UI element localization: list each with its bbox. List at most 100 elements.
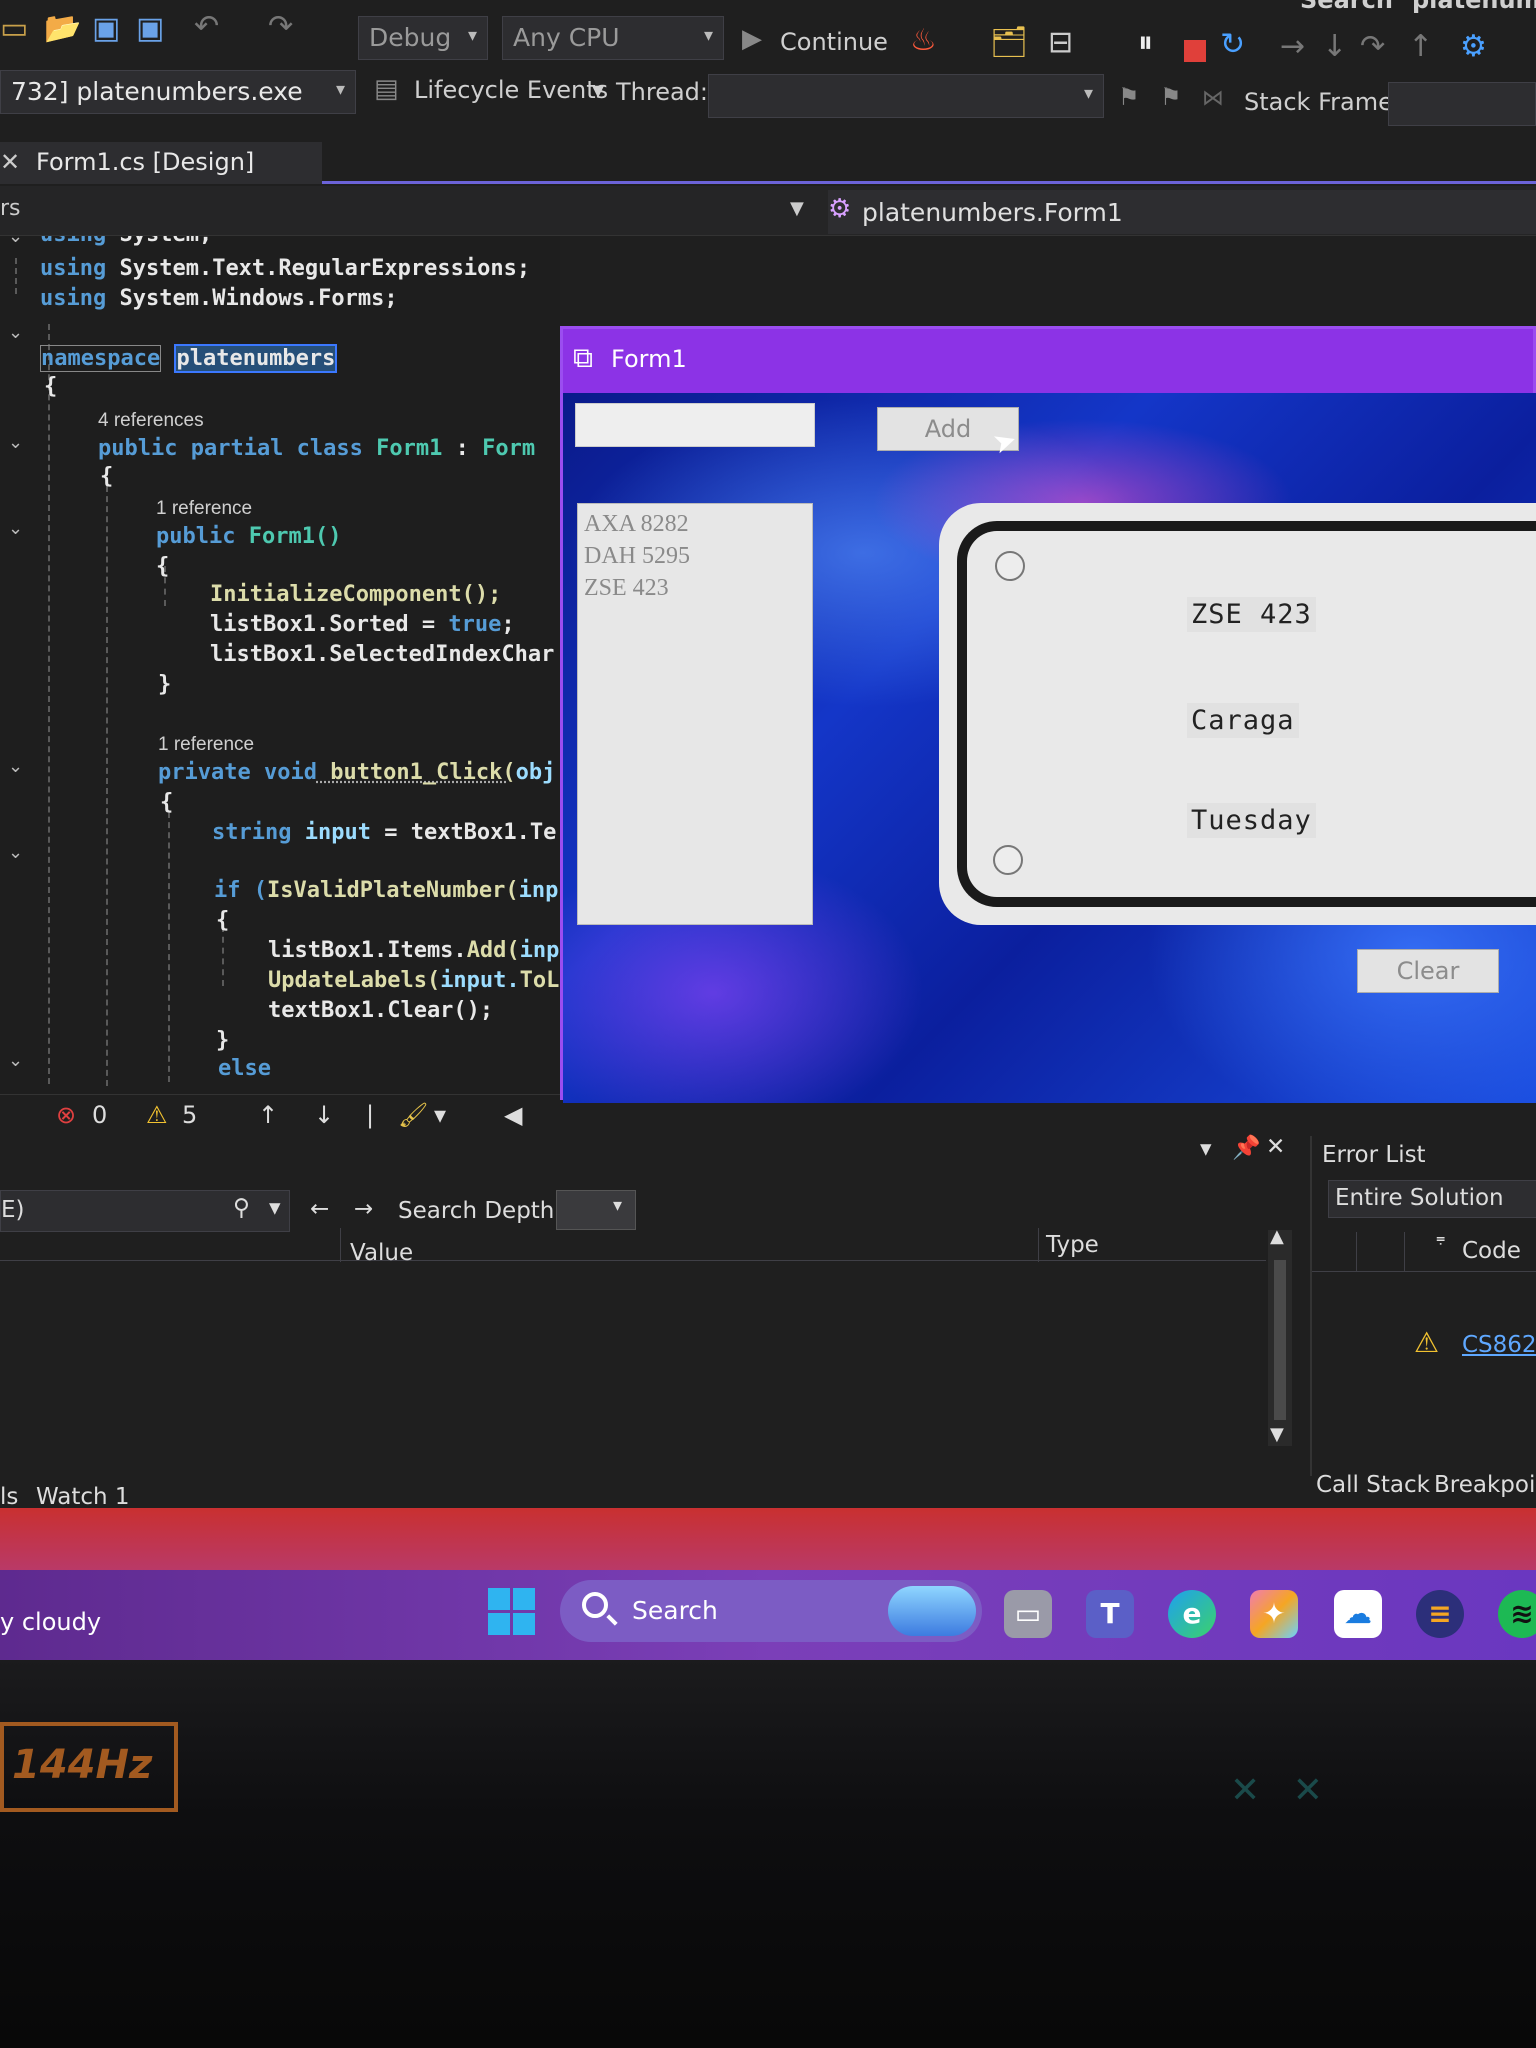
platform-dropdown[interactable]: Any CPU ▾ — [502, 16, 724, 60]
stop-icon[interactable] — [1184, 40, 1206, 62]
previous-issue-icon[interactable]: ↑ — [258, 1101, 278, 1129]
spotify-icon[interactable]: ≋ — [1498, 1590, 1536, 1638]
scroll-down-icon[interactable]: ▼ — [1270, 1424, 1284, 1445]
undo-icon[interactable]: ↶ — [194, 12, 219, 42]
weather-widget[interactable]: y cloudy — [0, 1608, 101, 1636]
locals-search-input[interactable]: E) ⚲ ▾ — [0, 1190, 290, 1232]
stack-frame-dropdown[interactable] — [1388, 82, 1536, 126]
warning-icon[interactable]: ⚠ — [146, 1101, 168, 1129]
chevron-down-icon: ▾ — [467, 25, 477, 46]
flag-threads-icon[interactable]: ⚑ — [1160, 82, 1182, 112]
error-count[interactable]: 0 — [92, 1101, 107, 1129]
scroll-up-icon[interactable]: ▲ — [1270, 1226, 1284, 1247]
forward-arrow-icon[interactable]: → — [354, 1196, 373, 1222]
hot-reload-icon[interactable]: ♨ — [910, 26, 937, 56]
back-arrow-icon[interactable]: ← — [310, 1196, 329, 1222]
scope-dropdown[interactable]: Entire Solution — [1328, 1180, 1536, 1218]
plate-number-label: ZSE 423 — [1187, 597, 1316, 632]
column-header-code[interactable]: Code — [1462, 1238, 1521, 1264]
reference-count[interactable]: 1 reference — [158, 734, 254, 756]
fold-chevron-icon[interactable]: ⌄ — [8, 236, 23, 247]
code-line: { — [100, 464, 114, 489]
restart-icon[interactable]: ↻ — [1220, 30, 1245, 60]
taskbar-search[interactable]: Search — [560, 1580, 982, 1642]
list-item[interactable]: DAH 5295 — [584, 540, 806, 572]
config-dropdown[interactable]: Debug ▾ — [358, 16, 488, 60]
close-icon[interactable]: ✕ — [0, 148, 20, 176]
warning-code-link[interactable]: CS8622 — [1462, 1332, 1536, 1358]
step-out-icon[interactable]: ↑ — [1408, 32, 1433, 62]
show-threads-icon[interactable]: ⋈ — [1202, 84, 1224, 114]
eclipse-icon[interactable]: ≡ — [1416, 1590, 1464, 1638]
plate-number-input[interactable] — [575, 403, 815, 447]
search-menu[interactable]: Search — [1300, 0, 1393, 14]
open-folder-icon[interactable]: 📂 — [44, 14, 81, 44]
type-dropdown[interactable]: ⚙ platenumbers.Form1 — [828, 190, 1536, 234]
fold-chevron-icon[interactable]: ⌄ — [8, 432, 23, 453]
project-dropdown[interactable]: rs — [0, 196, 21, 221]
filter-icon[interactable]: ⩦ — [1436, 1228, 1445, 1248]
form1-title-bar[interactable]: ⧉ Form1 — [563, 329, 1533, 393]
save-icon[interactable]: ▣ — [92, 14, 120, 44]
scrollbar-thumb[interactable] — [1274, 1260, 1286, 1420]
step-into-icon[interactable]: ↓ — [1322, 32, 1347, 62]
cleanup-brush-icon[interactable]: 🖌 — [398, 1101, 428, 1129]
edge-icon[interactable]: e — [1168, 1590, 1216, 1638]
chevron-down-icon[interactable]: ▾ — [269, 1195, 281, 1221]
fold-chevron-icon[interactable]: ⌄ — [8, 322, 23, 343]
folder-icon[interactable]: 🗂 — [990, 28, 1028, 58]
vertical-scrollbar[interactable]: ▲ ▼ — [1268, 1226, 1292, 1446]
column-header-value[interactable]: Value — [350, 1240, 413, 1266]
new-item-icon[interactable]: ▭ — [0, 14, 28, 44]
window-icon[interactable]: ⊟ — [1048, 28, 1073, 58]
pin-icon[interactable]: 📌 — [1232, 1134, 1261, 1161]
next-issue-icon[interactable]: ↓ — [314, 1101, 334, 1129]
warning-count[interactable]: 5 — [182, 1101, 197, 1129]
fold-chevron-icon[interactable]: ⌄ — [8, 756, 23, 777]
form1-window[interactable]: ⧉ Form1 Add ➤ AXA 8282 DAH 5295 ZSE 423 … — [560, 326, 1536, 1103]
chevron-down-icon[interactable]: ▼ — [790, 198, 804, 219]
thread-dropdown[interactable]: ▾ — [708, 74, 1104, 118]
fold-chevron-icon[interactable]: ⌄ — [8, 1050, 23, 1071]
lifecycle-events-button[interactable]: Lifecycle Events — [414, 76, 608, 104]
search-icon[interactable]: ⚲ — [233, 1195, 250, 1221]
code-line: public partial class Form1 : Form — [98, 436, 536, 461]
column-header-type[interactable]: Type — [1046, 1232, 1099, 1258]
step-over-icon[interactable]: → — [1280, 32, 1305, 62]
task-view-icon[interactable]: ▭ — [1004, 1590, 1052, 1638]
process-dropdown[interactable]: 732] platenumbers.exe ▾ — [0, 70, 356, 114]
step-back-icon[interactable]: ↷ — [1360, 32, 1385, 62]
search-depth-dropdown[interactable]: ▾ — [556, 1190, 636, 1230]
chevron-down-icon[interactable]: ▾ — [434, 1101, 446, 1129]
tab-watch-1[interactable]: Watch 1 — [36, 1484, 130, 1510]
tab-call-stack[interactable]: Call Stack — [1316, 1472, 1430, 1498]
diagnostics-icon[interactable]: ⚙ — [1460, 32, 1487, 62]
copilot-icon[interactable]: ✦ — [1250, 1590, 1298, 1638]
lifecycle-chevron-icon[interactable]: ▾ — [592, 76, 604, 104]
list-item[interactable]: ZSE 423 — [584, 572, 806, 604]
redo-icon[interactable]: ↷ — [268, 12, 293, 42]
error-icon[interactable]: ⊗ — [56, 1101, 76, 1129]
start-button[interactable] — [488, 1588, 536, 1636]
play-icon[interactable]: ▶ — [742, 24, 762, 54]
close-icon[interactable]: ✕ — [1266, 1134, 1285, 1160]
clear-button[interactable]: Clear — [1357, 949, 1499, 993]
list-item[interactable]: AXA 8282 — [584, 508, 806, 540]
teams-icon[interactable]: T — [1086, 1590, 1134, 1638]
reference-count[interactable]: 4 references — [98, 410, 204, 432]
panel-menu-icon[interactable]: ▾ — [1200, 1136, 1212, 1162]
tab-form1-design[interactable]: ✕ Form1.cs [Design] — [0, 142, 322, 184]
fold-chevron-icon[interactable]: ⌄ — [8, 842, 23, 863]
continue-button[interactable]: Continue — [780, 28, 888, 56]
tab-breakpoints[interactable]: Breakpoint — [1434, 1472, 1536, 1498]
tab-locals[interactable]: ls — [0, 1484, 18, 1510]
fold-chevron-icon[interactable]: ⌄ — [8, 518, 23, 539]
reference-count[interactable]: 1 reference — [156, 498, 252, 520]
code-editor[interactable]: ⌄ ⌄ ⌄ ⌄ ⌄ ⌄ ⌄ using System; using System… — [0, 236, 560, 1096]
save-all-icon[interactable]: ▣ — [136, 14, 164, 44]
scroll-left-icon[interactable]: ◀ — [504, 1101, 522, 1129]
pause-icon[interactable]: ⏸ — [1138, 28, 1153, 58]
flag-icon[interactable]: ⚑ — [1118, 82, 1140, 112]
onedrive-icon[interactable]: ☁ — [1334, 1590, 1382, 1638]
plate-listbox[interactable]: AXA 8282 DAH 5295 ZSE 423 — [577, 503, 813, 925]
